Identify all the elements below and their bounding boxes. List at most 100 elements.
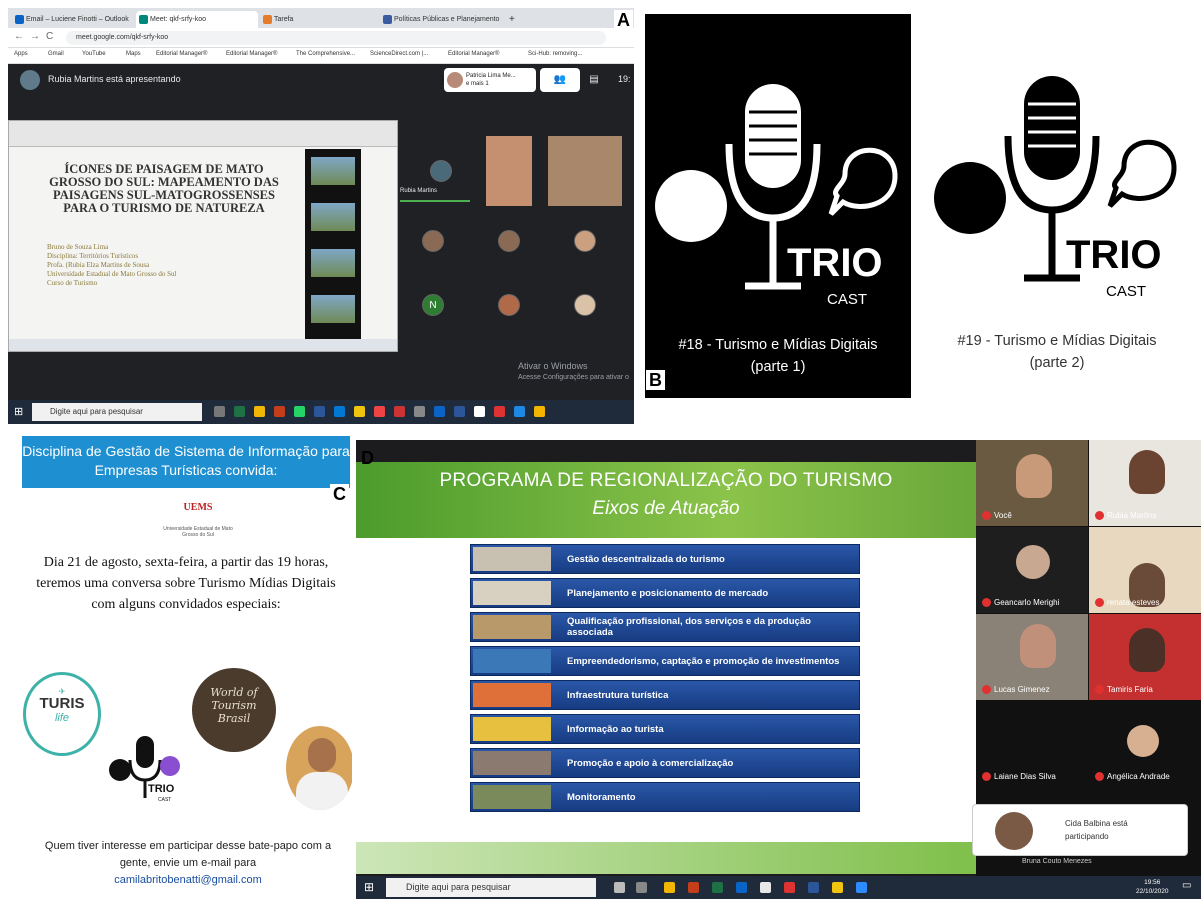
participant-tile: N (412, 284, 452, 324)
back-icon[interactable]: ← (14, 31, 24, 42)
participant-tile (420, 150, 460, 190)
bookmark[interactable]: Sci-Hub: removing... (528, 51, 582, 57)
edge-icon[interactable] (334, 406, 345, 417)
chrome-icon[interactable] (664, 882, 675, 893)
podcast-cover-dark: TRIO CAST #18 - Turismo e Mídias Digitai… (645, 14, 911, 398)
panel-label-d: D (361, 448, 374, 468)
url-field[interactable]: meet.google.com/qkf-srfy-koo (66, 31, 606, 45)
taskbar-search[interactable]: Digite aqui para pesquisar (32, 403, 202, 421)
speech-bubble-left-icon (655, 170, 727, 242)
turis-life-logo: ✈ TURIS life (23, 672, 101, 756)
avatar (430, 160, 452, 182)
cortana-icon[interactable] (614, 882, 625, 893)
microphone-icon (1024, 76, 1080, 180)
speech-bubble-right-icon (1107, 139, 1177, 208)
powerpoint-icon[interactable] (688, 882, 699, 893)
logo-word: TRIO (1066, 233, 1162, 277)
taskbar-search[interactable]: Digite aqui para pesquisar (386, 878, 596, 897)
excel-icon[interactable] (234, 406, 245, 417)
slide-subtitle: Eixos de Atuação (592, 498, 740, 519)
bookmark[interactable]: Editorial Manager® (156, 51, 207, 57)
episode-title: #19 - Turismo e Mídias Digitais (957, 333, 1157, 349)
excel-icon[interactable] (712, 882, 723, 893)
powerpoint-icon[interactable] (274, 406, 285, 417)
avatar (447, 72, 463, 88)
episode-title: #18 - Turismo e Mídias Digitais (678, 337, 878, 353)
bookmark[interactable]: Editorial Manager® (448, 51, 499, 57)
whatsapp-icon[interactable] (294, 406, 305, 417)
eixo-image (473, 683, 551, 707)
bookmark[interactable]: The Comprehensive... (296, 51, 355, 57)
slide-title: PROGRAMA DE REGIONALIZAÇÃO DO TURISMO (439, 470, 893, 491)
word-icon[interactable] (314, 406, 325, 417)
bookmark[interactable]: Editorial Manager® (226, 51, 277, 57)
chrome-icon[interactable] (254, 406, 265, 417)
bookmark[interactable]: Apps (14, 51, 28, 57)
participant-chip[interactable]: Patricia Lima Me... e mais 1 (444, 68, 536, 92)
slide-title: ÍCONES DE PAISAGEM DE MATO GROSSO DO SUL… (49, 162, 279, 215)
notification-icon[interactable]: ▭ (1182, 880, 1191, 891)
bookmark[interactable]: Gmail (48, 51, 64, 57)
app-icon[interactable] (474, 406, 485, 417)
panel-label-a: A (614, 10, 633, 30)
shared-slide: PROGRAMA DE REGIONALIZAÇÃO DO TURISMO Ei… (356, 462, 976, 874)
uems-logo: UEMS (183, 502, 213, 513)
app-icon[interactable] (414, 406, 425, 417)
app-icon[interactable] (760, 882, 771, 893)
chat-icon[interactable]: ▤ (574, 68, 614, 92)
tab-tarefa[interactable]: Tarefa (260, 11, 364, 28)
participant-name: Laiane Dias Silva (982, 772, 1056, 781)
speech-bubble-right-icon (828, 147, 898, 216)
store-icon[interactable] (736, 882, 747, 893)
eixo-item: Empreendedorismo, captação e promoção de… (470, 646, 860, 676)
participant-face (1127, 725, 1159, 757)
participant-face (1020, 624, 1056, 668)
participant-face (1129, 450, 1165, 494)
participant-tile: Você (976, 440, 1088, 526)
app-icon[interactable] (434, 406, 445, 417)
tab-outlook[interactable]: Email – Luciene Finotti – Outlook (12, 11, 134, 28)
app-icon[interactable] (394, 406, 405, 417)
app-icon[interactable] (454, 406, 465, 417)
tab-politicas[interactable]: Políticas Públicas e Planejamento (380, 11, 502, 28)
landscape-filmstrip (305, 149, 361, 339)
panel-a-meet-screenshot: Email – Luciene Finotti – Outlook Meet: … (8, 8, 634, 424)
app-icon[interactable] (514, 406, 525, 417)
episode-caption: #18 - Turismo e Mídias Digitais (parte 1… (645, 334, 911, 378)
reload-icon[interactable]: C (46, 31, 53, 42)
windows-activation-watermark: Ativar o Windows Acesse Configurações pa… (518, 361, 629, 381)
acrobat-icon[interactable] (784, 882, 795, 893)
participant-name: Bruna Couto Menezes (1022, 858, 1092, 865)
eixo-item: Monitoramento (470, 782, 860, 812)
tarefa-icon (263, 15, 272, 24)
windows-start-icon[interactable]: ⊞ (14, 405, 23, 418)
task-view-icon[interactable] (214, 406, 225, 417)
episode-part: (parte 2) (1029, 355, 1085, 371)
app-icon[interactable] (494, 406, 505, 417)
participant-name: Rubia Martins (1095, 511, 1156, 520)
avatar: N (422, 294, 444, 316)
windows-start-icon[interactable]: ⊞ (364, 880, 374, 894)
invitation-text: Dia 21 de agosto, sexta-feira, a partir … (36, 555, 336, 612)
folder-icon[interactable] (354, 406, 365, 417)
word-icon[interactable] (808, 882, 819, 893)
task-view-icon[interactable] (636, 882, 647, 893)
taskbar-clock: 19:56 22/10/2020 (1136, 879, 1169, 895)
email-link[interactable]: camilabritobenatti@gmail.com (34, 872, 342, 889)
bookmark[interactable]: Maps (126, 51, 141, 57)
participant-video (548, 136, 622, 206)
forward-icon[interactable]: → (30, 31, 40, 42)
avatar (995, 812, 1033, 850)
zoom-icon[interactable] (856, 882, 867, 893)
bookmark[interactable]: YouTube (82, 51, 106, 57)
join-notification[interactable]: Cida Balbina está participando (972, 804, 1188, 856)
bookmark[interactable]: ScienceDirect.com |... (370, 51, 428, 57)
app-icon[interactable] (534, 406, 545, 417)
svg-text:CAST: CAST (158, 797, 171, 803)
participant-tile (488, 220, 528, 260)
new-tab-button[interactable]: + (506, 11, 520, 28)
app-icon[interactable] (374, 406, 385, 417)
tab-meet[interactable]: Meet: qkf-srfy-koo (136, 11, 258, 28)
folder-icon[interactable] (832, 882, 843, 893)
invitation-banner: Disciplina de Gestão de Sistema de Infor… (22, 436, 350, 488)
